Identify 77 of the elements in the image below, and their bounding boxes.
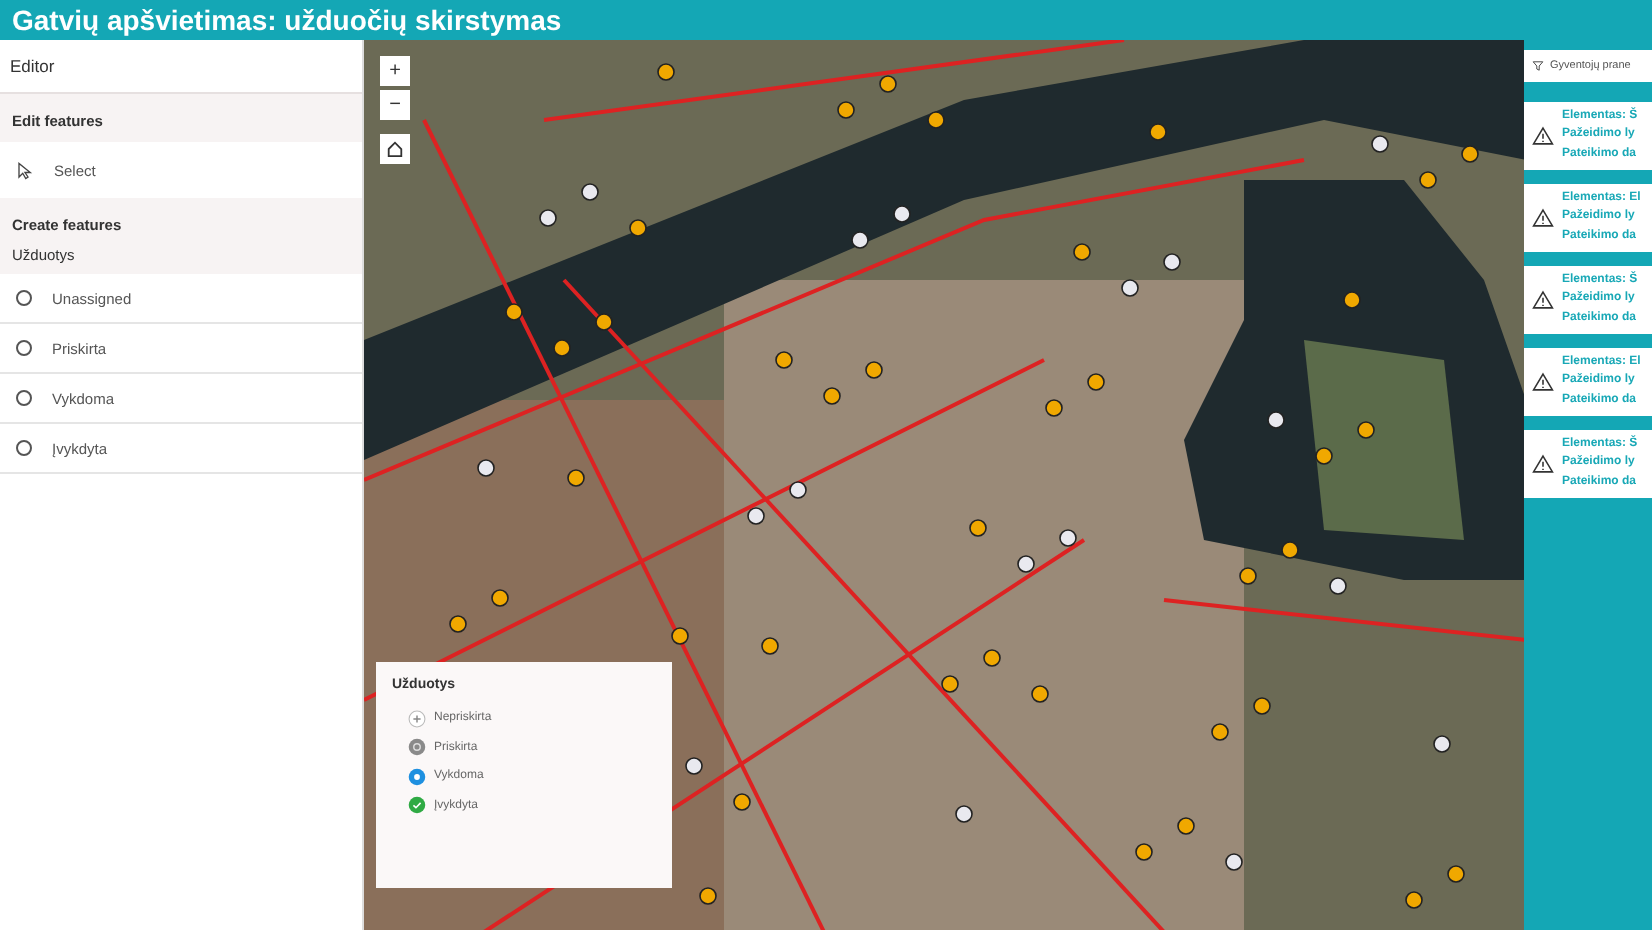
task-marker bbox=[733, 793, 751, 811]
lamp-marker bbox=[1371, 135, 1389, 153]
task-marker bbox=[1087, 373, 1105, 391]
task-marker bbox=[449, 615, 467, 633]
lamp-marker bbox=[1267, 411, 1285, 429]
task-marker bbox=[553, 339, 571, 357]
task-marker bbox=[505, 303, 523, 321]
home-icon bbox=[386, 140, 404, 158]
task-marker bbox=[491, 589, 509, 607]
radio-button[interactable] bbox=[16, 440, 32, 456]
task-marker bbox=[1357, 421, 1375, 439]
check-circle-icon bbox=[408, 796, 426, 815]
warning-icon bbox=[1532, 454, 1554, 474]
task-marker bbox=[983, 649, 1001, 667]
lamp-marker bbox=[1059, 529, 1077, 547]
task-marker bbox=[1405, 891, 1423, 909]
task-marker bbox=[837, 101, 855, 119]
radio-button[interactable] bbox=[16, 290, 32, 306]
task-marker bbox=[1281, 541, 1299, 559]
lamp-marker bbox=[1121, 279, 1139, 297]
task-marker bbox=[699, 887, 717, 905]
task-marker bbox=[1447, 865, 1465, 883]
task-marker bbox=[1239, 567, 1257, 585]
lamp-marker bbox=[747, 507, 765, 525]
app-title: Gatvių apšvietimas: užduočių skirstymas bbox=[12, 4, 562, 36]
task-marker bbox=[595, 313, 613, 331]
task-marker bbox=[1135, 843, 1153, 861]
dot-circle-icon bbox=[408, 767, 426, 786]
filter-icon bbox=[1532, 60, 1544, 72]
task-marker bbox=[879, 75, 897, 93]
lamp-marker bbox=[581, 183, 599, 201]
home-button[interactable] bbox=[380, 134, 410, 164]
task-marker bbox=[567, 469, 585, 487]
task-marker bbox=[671, 627, 689, 645]
task-marker bbox=[657, 63, 675, 81]
task-marker bbox=[1045, 399, 1063, 417]
radio-button[interactable] bbox=[16, 340, 32, 356]
lamp-marker bbox=[893, 205, 911, 223]
radio-button[interactable] bbox=[16, 390, 32, 406]
zoom-in-button[interactable]: + bbox=[380, 56, 410, 86]
task-marker bbox=[969, 519, 987, 537]
lamp-marker bbox=[1433, 735, 1451, 753]
task-marker bbox=[1149, 123, 1167, 141]
plus-circle-icon bbox=[408, 709, 426, 728]
task-marker bbox=[941, 675, 959, 693]
task-marker bbox=[775, 351, 793, 369]
task-marker bbox=[1177, 817, 1195, 835]
task-marker bbox=[1211, 723, 1229, 741]
task-marker bbox=[1343, 291, 1361, 309]
task-marker bbox=[823, 387, 841, 405]
warning-icon bbox=[1532, 372, 1554, 392]
task-marker bbox=[629, 219, 647, 237]
lamp-marker bbox=[1329, 577, 1347, 595]
warning-icon bbox=[1532, 126, 1554, 146]
cursor-icon bbox=[16, 161, 34, 179]
warning-icon bbox=[1532, 290, 1554, 310]
task-marker bbox=[1253, 697, 1271, 715]
lamp-marker bbox=[789, 481, 807, 499]
task-marker bbox=[865, 361, 883, 379]
lamp-marker bbox=[477, 459, 495, 477]
lamp-marker bbox=[851, 231, 869, 249]
ring-circle-icon bbox=[408, 738, 426, 757]
lamp-marker bbox=[685, 757, 703, 775]
task-marker bbox=[1031, 685, 1049, 703]
task-marker bbox=[927, 111, 945, 129]
task-marker bbox=[761, 637, 779, 655]
task-marker bbox=[1073, 243, 1091, 261]
warning-icon bbox=[1532, 208, 1554, 228]
lamp-marker bbox=[1225, 853, 1243, 871]
lamp-marker bbox=[539, 209, 557, 227]
zoom-out-button[interactable]: − bbox=[380, 90, 410, 120]
lamp-marker bbox=[955, 805, 973, 823]
task-marker bbox=[1461, 145, 1479, 163]
task-marker bbox=[1419, 171, 1437, 189]
task-marker bbox=[1315, 447, 1333, 465]
lamp-marker bbox=[1163, 253, 1181, 271]
lamp-marker bbox=[1017, 555, 1035, 573]
